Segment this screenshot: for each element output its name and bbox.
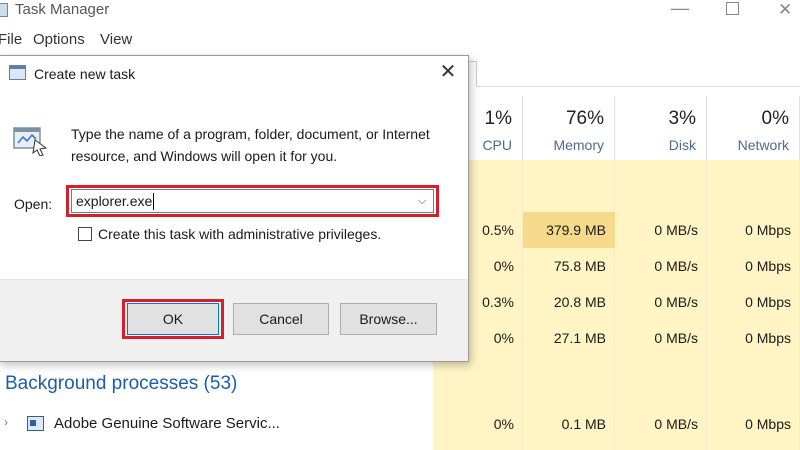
chevron-down-icon[interactable]: ⌵ — [412, 191, 432, 211]
text-cursor — [153, 193, 155, 210]
network-cell: 0 Mbps — [745, 258, 791, 274]
memory-cell: 0.1 MB — [561, 416, 606, 432]
disk-usage-percent: 3% — [668, 108, 696, 129]
run-window-icon — [9, 65, 26, 80]
dialog-titlebar: Create new task ✕ — [0, 56, 468, 92]
memory-cell: 75.8 MB — [553, 258, 606, 274]
disk-cell: 0 MB/s — [654, 416, 698, 432]
maximize-icon[interactable] — [726, 2, 739, 15]
create-new-task-dialog: Create new task ✕ Type the name of a pro… — [0, 55, 469, 362]
column-header-disk[interactable]: 3% Disk — [615, 96, 707, 160]
disk-cell: 0 MB/s — [654, 258, 698, 274]
network-column-label: Network — [737, 137, 789, 153]
task-manager-app-icon — [0, 3, 8, 17]
network-cell: 0 Mbps — [745, 330, 791, 346]
close-icon[interactable]: ✕ — [436, 60, 460, 84]
background-processes-header[interactable]: Background processes (53) — [5, 373, 237, 395]
disk-cell: 0 MB/s — [654, 294, 698, 310]
process-row-name[interactable]: › Adobe Genuine Software Servic... — [0, 406, 433, 442]
cpu-usage-percent: 1% — [484, 108, 512, 129]
ok-button[interactable]: OK — [127, 303, 219, 335]
open-label: Open: — [14, 196, 53, 212]
admin-privileges-checkbox[interactable] — [78, 227, 92, 241]
table-row[interactable]: 0% 75.8 MB 0 MB/s 0 Mbps — [433, 248, 800, 284]
memory-cell: 27.1 MB — [553, 330, 606, 346]
admin-privileges-label[interactable]: Create this task with administrative pri… — [98, 226, 381, 242]
open-input[interactable] — [76, 192, 406, 210]
task-manager-title: Task Manager — [15, 1, 110, 18]
memory-cell: 20.8 MB — [553, 294, 606, 310]
cpu-column-label: CPU — [482, 137, 512, 153]
network-cell: 0 Mbps — [745, 294, 791, 310]
table-row[interactable]: 0.3% 20.8 MB 0 MB/s 0 Mbps — [433, 284, 800, 320]
column-header-network[interactable]: 0% Network — [707, 96, 800, 160]
run-program-icon — [13, 127, 47, 156]
network-cell: 0 Mbps — [745, 416, 791, 432]
dialog-title: Create new task — [34, 66, 136, 82]
table-row[interactable]: 0% 27.1 MB 0 MB/s 0 Mbps — [433, 320, 800, 356]
browse-button[interactable]: Browse... — [340, 303, 437, 335]
memory-cell: 379.9 MB — [523, 212, 615, 248]
menu-view[interactable]: View — [100, 31, 132, 48]
memory-column-label: Memory — [553, 137, 604, 153]
network-usage-percent: 0% — [761, 108, 789, 129]
minimize-icon[interactable]: — — [671, 0, 689, 19]
cancel-button[interactable]: Cancel — [233, 303, 329, 335]
menu-file[interactable]: File — [0, 31, 22, 48]
table-row[interactable]: 0% 0.1 MB 0 MB/s 0 Mbps — [433, 406, 800, 442]
process-name: Adobe Genuine Software Servic... — [54, 415, 280, 432]
cpu-cell: 0% — [493, 416, 514, 432]
table-row[interactable]: 0.5% 379.9 MB 0 MB/s 0 Mbps — [433, 212, 800, 248]
dialog-description: Type the name of a program, folder, docu… — [71, 126, 430, 164]
task-manager-titlebar: Task Manager — ✕ — [0, 0, 800, 26]
disk-cell: 0 MB/s — [654, 330, 698, 346]
chevron-right-icon[interactable]: › — [4, 415, 8, 429]
network-cell: 0 Mbps — [745, 222, 791, 238]
process-app-icon — [27, 416, 44, 431]
open-combobox[interactable]: ⌵ — [71, 189, 434, 213]
disk-column-label: Disk — [668, 137, 696, 153]
memory-usage-percent: 76% — [565, 108, 604, 129]
menu-options[interactable]: Options — [33, 31, 85, 48]
column-header-memory[interactable]: 76% Memory — [523, 96, 615, 160]
disk-cell: 0 MB/s — [654, 222, 698, 238]
window-close-icon[interactable]: ✕ — [778, 0, 792, 20]
